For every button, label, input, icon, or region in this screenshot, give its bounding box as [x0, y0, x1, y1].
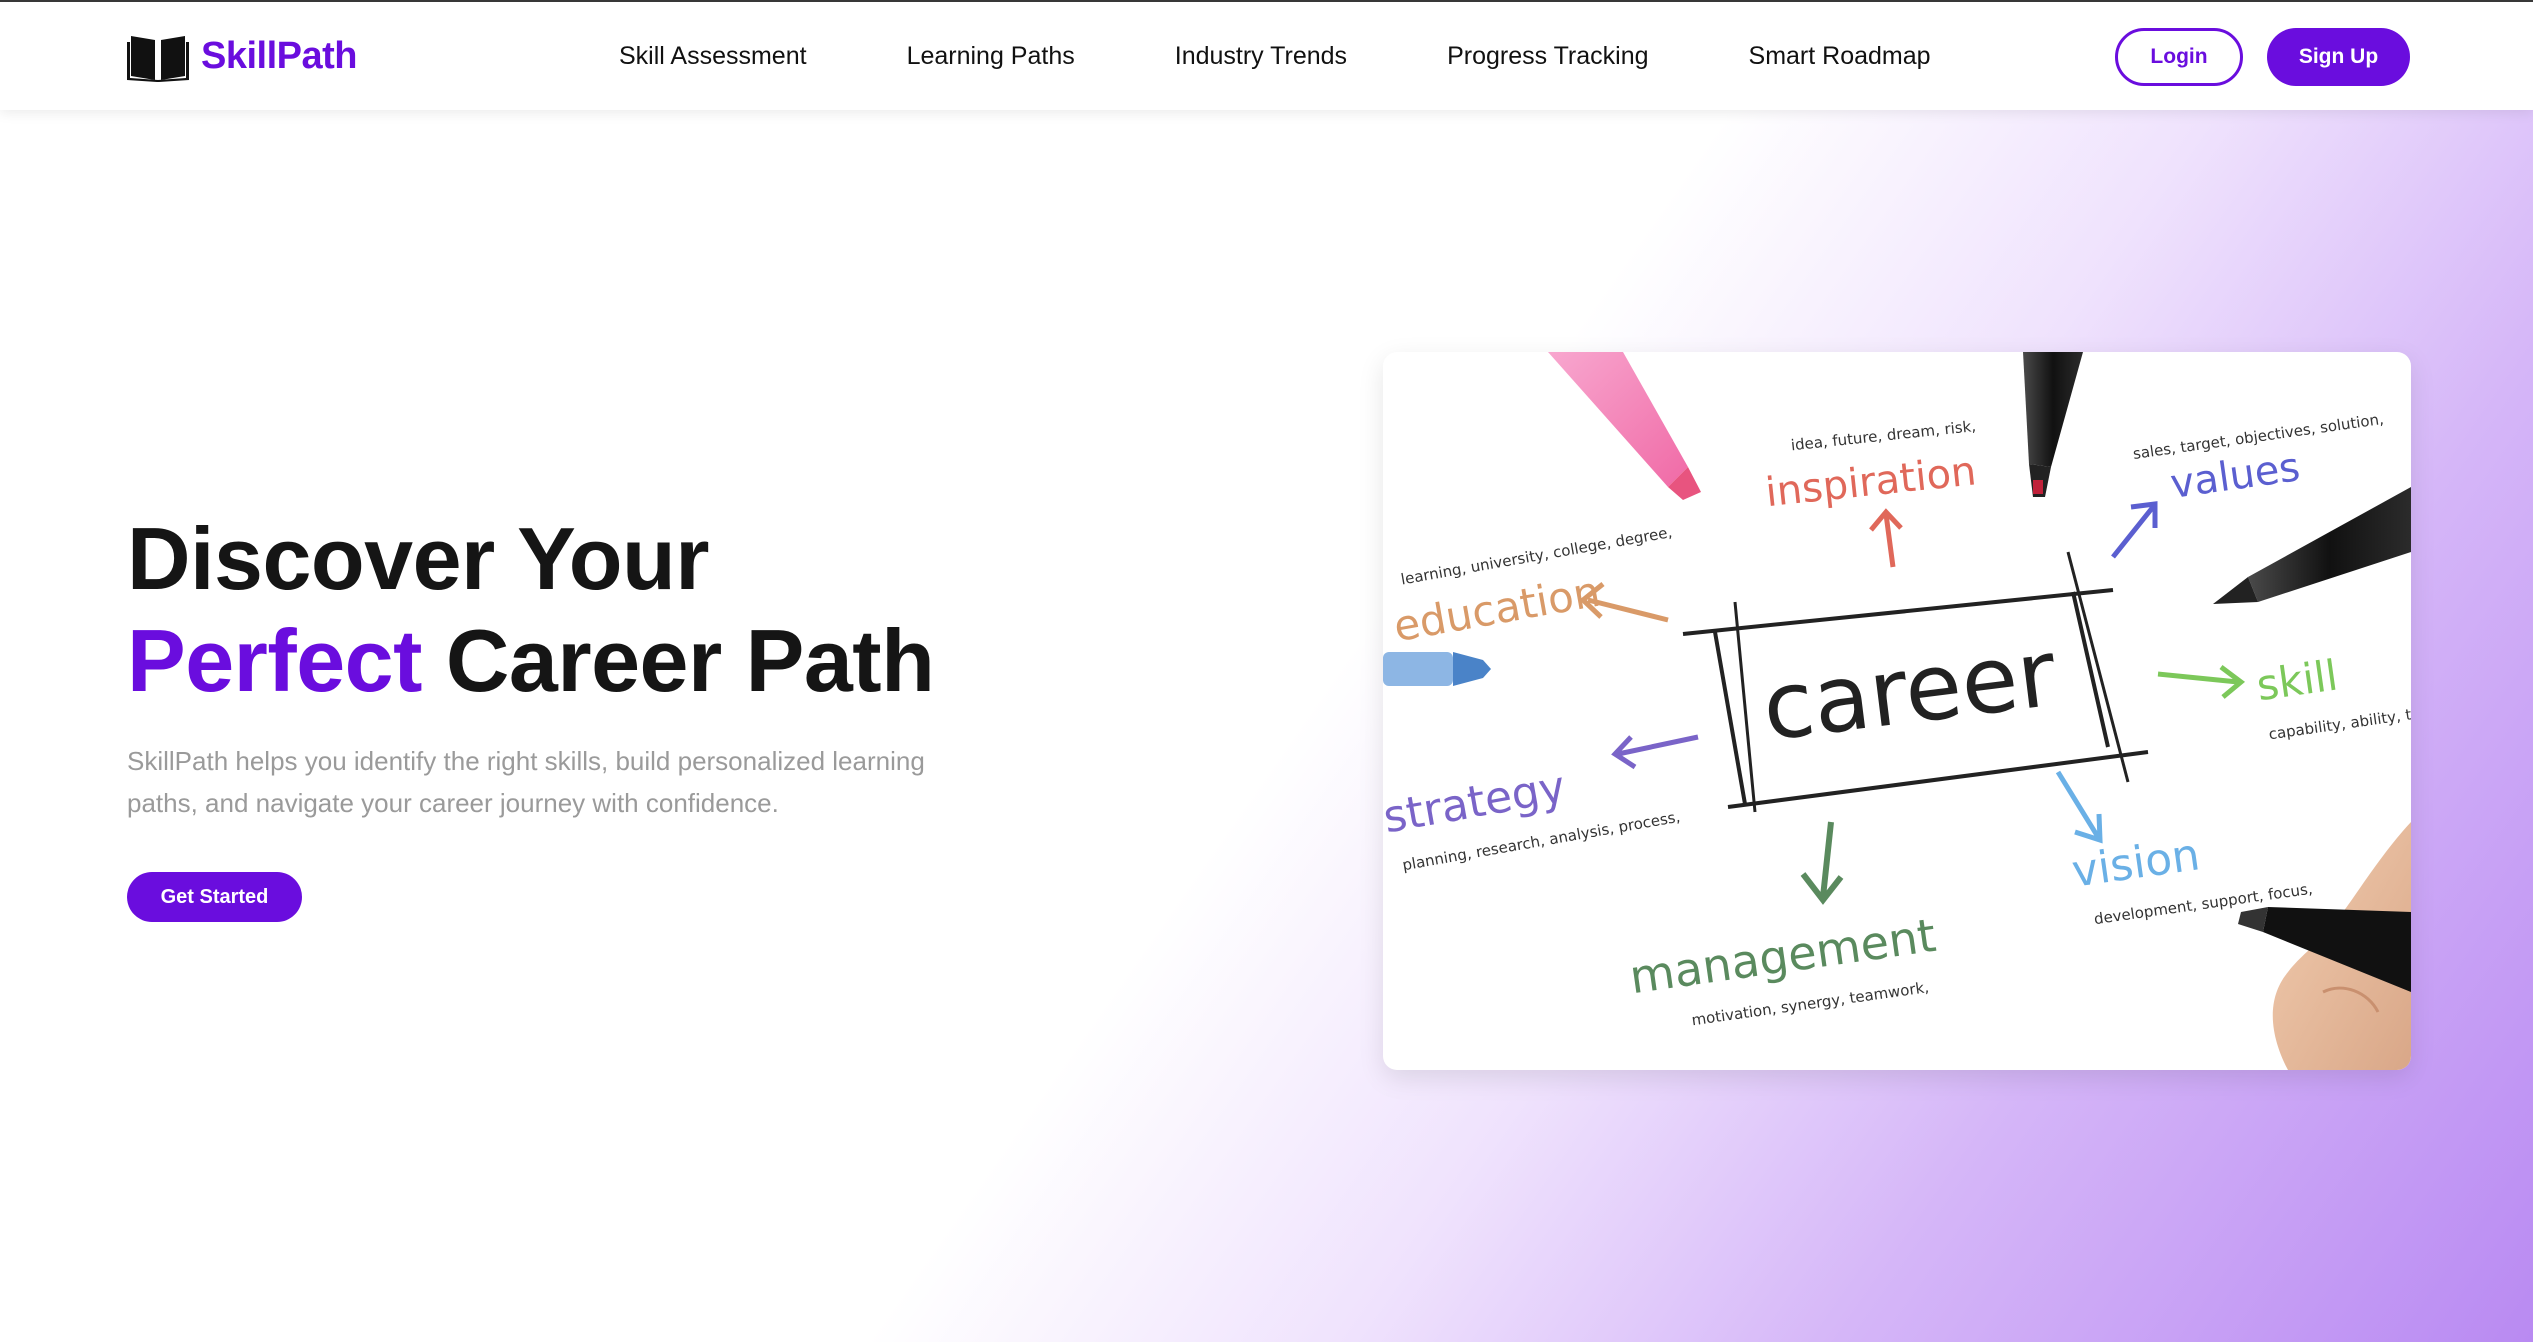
career-box: career [1682, 551, 2149, 813]
auth-buttons: Login Sign Up [2115, 28, 2410, 86]
strategy-arrow-icon [1611, 734, 1699, 770]
skill-word: skill [2254, 651, 2341, 711]
hero-title: Discover Your Perfect Career Path [127, 508, 1127, 712]
nav-link-skill-assessment[interactable]: Skill Assessment [619, 42, 807, 71]
management-arrow-icon [1800, 821, 1844, 905]
hero-title-rest: Career Path [445, 611, 935, 710]
navbar: SkillPath Skill Assessment Learning Path… [0, 2, 2533, 110]
hero-description: SkillPath helps you identify the right s… [127, 746, 925, 818]
values-arrow-icon [2111, 501, 2158, 559]
nav-link-smart-roadmap[interactable]: Smart Roadmap [1749, 42, 1931, 71]
black-marker-top-icon [2023, 352, 2083, 497]
career-mindmap-image: career idea, future, dream, risk, inspir… [1383, 352, 2411, 1070]
inspiration-subtext: idea, future, dream, risk, [1790, 417, 1977, 454]
pink-marker-icon [1548, 352, 1701, 500]
vision-word: vision [2069, 829, 2203, 897]
login-button[interactable]: Login [2115, 28, 2243, 86]
inspiration-arrow-icon [1869, 508, 1903, 568]
open-book-icon [127, 36, 189, 82]
get-started-button[interactable]: Get Started [127, 872, 302, 922]
nav-link-progress-tracking[interactable]: Progress Tracking [1447, 42, 1648, 71]
black-marker-right-icon [2213, 487, 2411, 604]
main-nav: Skill Assessment Learning Paths Industry… [619, 2, 1931, 110]
career-word: career [1757, 620, 2062, 762]
hero-title-accent: Perfect [127, 611, 422, 710]
education-arrow-icon [1579, 582, 1669, 623]
hand-with-marker-icon [2238, 822, 2411, 1070]
career-illustration: career idea, future, dream, risk, inspir… [1383, 352, 2411, 1070]
nav-link-industry-trends[interactable]: Industry Trends [1175, 42, 1347, 71]
nav-link-learning-paths[interactable]: Learning Paths [907, 42, 1075, 71]
skill-arrow-icon [2157, 665, 2246, 699]
vision-arrow-icon [2055, 770, 2103, 844]
signup-button[interactable]: Sign Up [2267, 28, 2410, 86]
blue-marker-icon [1383, 652, 1491, 686]
brand-name: SkillPath [201, 34, 358, 77]
hero-title-line1: Discover Your [127, 509, 710, 608]
inspiration-word: inspiration [1763, 448, 1978, 516]
brand-logo-link[interactable]: SkillPath [127, 30, 358, 82]
